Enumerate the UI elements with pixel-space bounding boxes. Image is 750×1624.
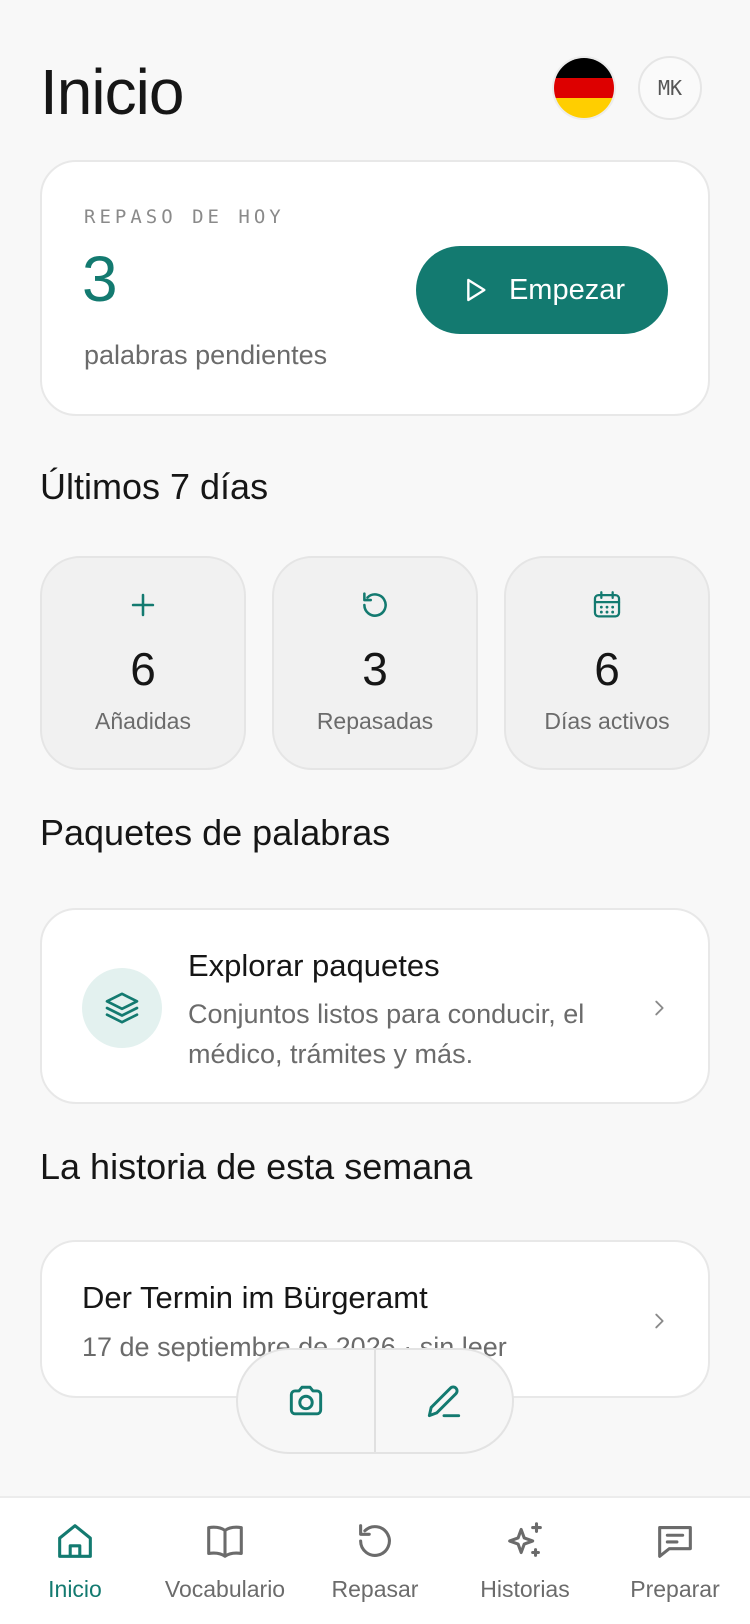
- nav-item-preparar[interactable]: Preparar: [600, 1498, 750, 1624]
- sparkles-icon: [508, 1522, 542, 1557]
- stat-reviewed: 3 Repasadas: [272, 556, 478, 770]
- nav-label: Preparar: [630, 1576, 720, 1602]
- germany-flag-icon[interactable]: [552, 56, 616, 120]
- nav-label: Repasar: [331, 1576, 419, 1602]
- review-card: REPASO DE HOY 3 palabras pendientes Empe…: [40, 160, 710, 416]
- chevron-right-icon: [655, 1313, 664, 1329]
- header: Inicio MK: [40, 52, 710, 132]
- layers-icon: [105, 992, 139, 1024]
- explore-packs-card[interactable]: Explorar paquetes Conjuntos listos para …: [40, 908, 710, 1104]
- stat-value: 6: [594, 643, 620, 695]
- avatar[interactable]: MK: [638, 56, 702, 120]
- stat-label: Añadidas: [95, 708, 191, 734]
- nav-item-repasar[interactable]: Repasar: [300, 1498, 450, 1624]
- calendar-icon: [593, 591, 621, 618]
- camera-icon: [289, 1385, 323, 1416]
- chevron-right-icon: [655, 1000, 664, 1016]
- stat-active-days: 6 Días activos: [504, 556, 710, 770]
- packs-icon-badge: [82, 968, 162, 1048]
- nav-item-historias[interactable]: Historias: [450, 1498, 600, 1624]
- review-eyebrow: REPASO DE HOY: [84, 206, 285, 228]
- pending-label: palabras pendientes: [84, 340, 328, 370]
- story-title: Der Termin im Bürgeramt: [82, 1280, 428, 1315]
- quick-add-pill: [236, 1348, 514, 1454]
- book-icon: [207, 1525, 243, 1558]
- play-icon: [467, 278, 486, 302]
- packs-title: Explorar paquetes: [188, 948, 440, 983]
- stats-section-title: Últimos 7 días: [40, 466, 269, 507]
- stat-value: 6: [130, 643, 156, 695]
- nav-label: Inicio: [48, 1576, 102, 1602]
- write-button[interactable]: [376, 1350, 512, 1452]
- stat-label: Repasadas: [316, 708, 434, 734]
- nav-label: Vocabulario: [164, 1576, 286, 1602]
- packs-description: Conjuntos listos para conducir, el médic…: [188, 999, 585, 1069]
- packs-section-title: Paquetes de palabras: [40, 812, 391, 853]
- rotate-icon: [363, 592, 387, 617]
- message-icon: [658, 1526, 692, 1558]
- rotate-icon: [359, 1524, 391, 1557]
- start-button-label: Empezar: [508, 273, 626, 306]
- pencil-icon: [427, 1385, 461, 1418]
- stat-value: 3: [362, 643, 388, 695]
- bottom-nav: Inicio Vocabulario Repasar Historias Pre…: [0, 1496, 750, 1624]
- nav-label: Historias: [480, 1576, 570, 1602]
- home-screen: Inicio MK REPASO DE HOY 3 palabras pendi…: [0, 0, 750, 1624]
- stat-label: Días activos: [544, 708, 670, 734]
- stat-added: 6 Añadidas: [40, 556, 246, 770]
- start-button[interactable]: Empezar: [416, 246, 668, 334]
- plus-icon: [131, 593, 155, 617]
- nav-item-inicio[interactable]: Inicio: [0, 1498, 150, 1624]
- story-section-title: La historia de esta semana: [40, 1146, 473, 1187]
- home-icon: [58, 1524, 92, 1558]
- camera-button[interactable]: [238, 1350, 374, 1452]
- pending-count: 3: [82, 243, 118, 315]
- nav-item-vocabulario[interactable]: Vocabulario: [150, 1498, 300, 1624]
